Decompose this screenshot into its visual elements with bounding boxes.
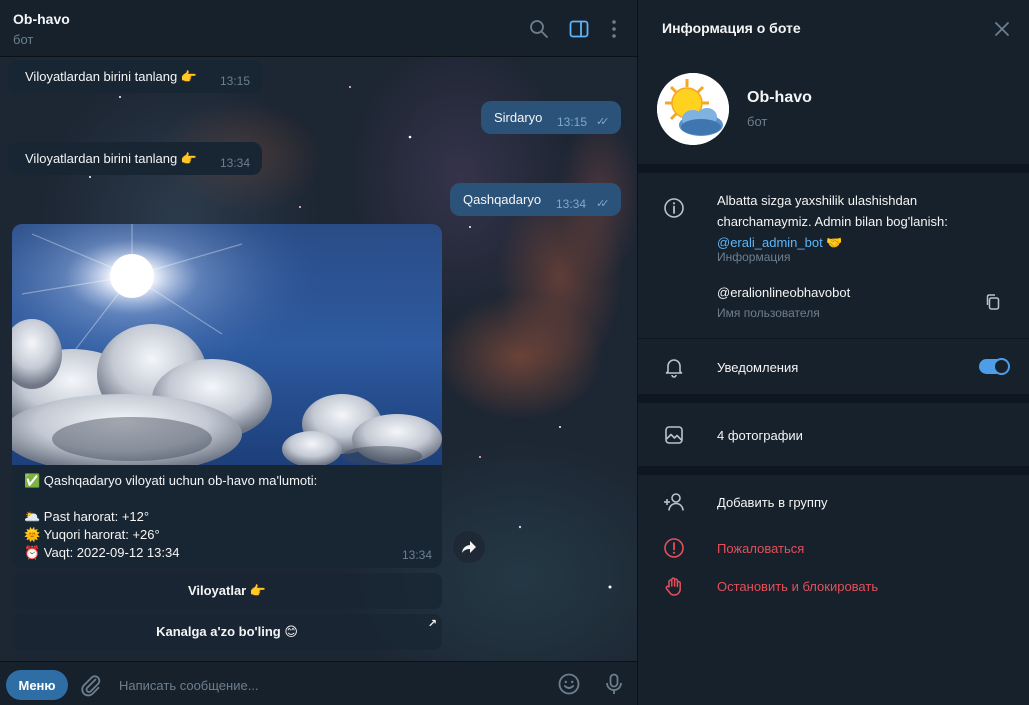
photo-caption: ✅ Qashqadaryo viloyati uchun ob-havo ma'… bbox=[24, 472, 317, 562]
photo-message[interactable]: ✅ Qashqadaryo viloyati uchun ob-havo ma'… bbox=[12, 224, 442, 568]
section-separator bbox=[638, 466, 1029, 475]
bot-avatar[interactable] bbox=[657, 73, 729, 145]
panel-title: Информация о боте bbox=[662, 20, 801, 36]
admin-link[interactable]: @erali_admin_bot bbox=[717, 235, 823, 250]
caption-line: 🌞 Yuqori harorat: +26° bbox=[24, 527, 160, 542]
chat-title[interactable]: Ob-havo bbox=[13, 11, 70, 27]
message-composer: Меню bbox=[0, 661, 637, 705]
bot-description: Albatta sizga yaxshilik ulashishdan char… bbox=[717, 190, 1007, 253]
username-label: Имя пользователя bbox=[717, 306, 820, 320]
search-icon[interactable] bbox=[528, 18, 550, 40]
bell-icon bbox=[665, 359, 683, 378]
caption-line: 🌥️ Past harorat: +12° bbox=[24, 509, 150, 524]
message-incoming[interactable]: Viloyatlardan birini tanlang 👉 13:15 bbox=[8, 60, 262, 93]
notifications-label: Уведомления bbox=[717, 360, 799, 375]
caption-line bbox=[24, 490, 317, 508]
notifications-toggle[interactable] bbox=[979, 358, 1010, 375]
message-incoming[interactable]: Viloyatlardan birini tanlang 👉 13:34 bbox=[8, 142, 262, 175]
bot-name: Ob-havo bbox=[747, 89, 812, 106]
message-outgoing[interactable]: Sirdaryo 13:15 ✓✓ bbox=[481, 101, 621, 134]
sidebar-toggle-icon[interactable] bbox=[568, 18, 590, 40]
message-time: 13:15 bbox=[220, 74, 251, 88]
message-time: 13:34 bbox=[220, 156, 251, 170]
attach-icon[interactable] bbox=[79, 673, 103, 697]
bot-type: бот bbox=[747, 114, 768, 129]
section-separator bbox=[638, 164, 1029, 173]
menu-button-label: Меню bbox=[18, 677, 56, 693]
bot-info-panel: Информация о боте Ob-havo бот Albatta si… bbox=[638, 0, 1029, 705]
keyboard-button-label: Viloyatlar 👉 bbox=[187, 583, 267, 598]
keyboard-button-channel[interactable]: Kanalga a'zo bo'ling 😊 ↗ bbox=[12, 614, 442, 650]
add-to-group-button[interactable]: Добавить в группу bbox=[717, 495, 828, 510]
keyboard-button-label: Kanalga a'zo bo'ling 😊 bbox=[156, 624, 298, 639]
weather-photo[interactable] bbox=[12, 224, 442, 465]
microphone-icon[interactable] bbox=[602, 672, 626, 696]
bot-username[interactable]: @eralionlineobhavobot bbox=[717, 285, 850, 300]
photos-count[interactable]: 4 фотографии bbox=[717, 428, 803, 443]
more-options-icon[interactable] bbox=[603, 18, 625, 40]
caption-line: ✅ Qashqadaryo viloyati uchun ob-havo ma'… bbox=[24, 473, 318, 488]
message-time: 13:34 bbox=[401, 548, 432, 562]
copy-icon[interactable] bbox=[984, 293, 1002, 311]
stop-block-button[interactable]: Остановить и блокировать bbox=[717, 579, 878, 594]
close-icon[interactable] bbox=[993, 20, 1011, 38]
bot-menu-button[interactable]: Меню bbox=[6, 670, 68, 700]
message-input[interactable] bbox=[119, 675, 539, 695]
info-icon bbox=[664, 198, 684, 218]
report-icon bbox=[664, 538, 684, 558]
forward-button[interactable] bbox=[453, 531, 485, 563]
block-hand-icon bbox=[665, 577, 681, 596]
section-separator bbox=[638, 394, 1029, 403]
description-label: Информация bbox=[717, 250, 791, 264]
chat-header: Ob-havo бот bbox=[0, 0, 637, 57]
chat-area: Ob-havo бот Viloyatlardan birini tanlang… bbox=[0, 0, 637, 705]
row-divider bbox=[638, 338, 1029, 339]
forward-icon bbox=[462, 541, 476, 553]
message-text: Sirdaryo bbox=[494, 110, 543, 125]
emoji-icon[interactable] bbox=[557, 672, 581, 696]
external-link-icon: ↗ bbox=[427, 618, 437, 630]
read-check-icon: ✓✓ bbox=[596, 198, 610, 210]
message-time: 13:15 bbox=[557, 115, 588, 129]
handshake-emoji: 🤝 bbox=[826, 235, 843, 250]
chat-subtitle: бот bbox=[13, 32, 34, 47]
message-text: Viloyatlardan birini tanlang 👉 bbox=[25, 69, 198, 84]
read-check-icon: ✓✓ bbox=[596, 116, 610, 128]
caption-line: ⏰ Vaqt: 2022-09-12 13:34 bbox=[24, 545, 180, 560]
keyboard-button-viloyatlar[interactable]: Viloyatlar 👉 bbox=[12, 573, 442, 609]
description-text: Albatta sizga yaxshilik ulashishdan char… bbox=[717, 193, 948, 229]
message-outgoing[interactable]: Qashqadaryo 13:34 ✓✓ bbox=[450, 183, 621, 216]
message-time: 13:34 bbox=[556, 197, 587, 211]
report-button[interactable]: Пожаловаться bbox=[717, 541, 804, 556]
photo-icon bbox=[665, 426, 683, 444]
message-text: Qashqadaryo bbox=[463, 192, 542, 207]
add-user-icon bbox=[664, 493, 684, 511]
message-text: Viloyatlardan birini tanlang 👉 bbox=[25, 151, 198, 166]
